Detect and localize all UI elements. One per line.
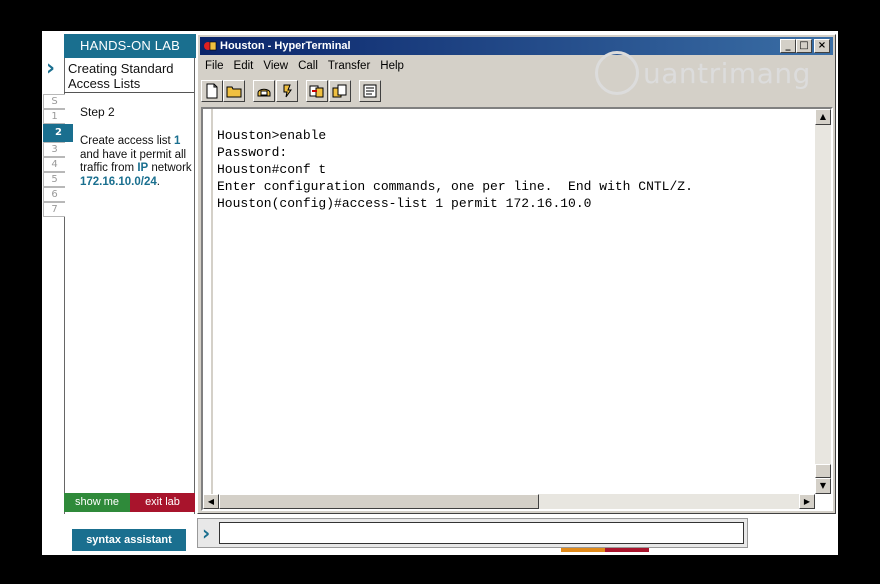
scroll-right-button[interactable]: ▶ — [799, 494, 815, 509]
chevron-right-icon: › — [46, 56, 56, 81]
menu-transfer[interactable]: Transfer — [323, 57, 375, 75]
lab-title: Creating Standard Access Lists — [68, 61, 174, 91]
menu-edit[interactable]: Edit — [229, 57, 259, 75]
call-button[interactable] — [253, 80, 275, 102]
horizontal-scroll-thumb[interactable] — [219, 494, 539, 509]
vertical-scroll-thumb[interactable] — [815, 464, 831, 478]
syntax-assistant-button[interactable]: syntax assistant — [72, 529, 186, 551]
instruction-ip: IP — [137, 162, 149, 174]
step-tab-4[interactable]: 4 — [43, 157, 65, 172]
show-me-button[interactable]: show me — [64, 493, 130, 512]
send-button[interactable] — [306, 80, 328, 102]
maximize-icon: □ — [799, 40, 809, 51]
command-bar-accent — [561, 548, 605, 552]
step-tab-6[interactable]: 6 — [43, 187, 65, 202]
menu-call[interactable]: Call — [293, 57, 323, 75]
step-tab-3[interactable]: 3 — [43, 142, 65, 157]
scroll-down-button[interactable]: ▼ — [815, 478, 831, 494]
watermark-text: uantrimang — [643, 57, 811, 90]
window-titlebar[interactable]: Houston - HyperTerminal _ □ × — [200, 37, 833, 55]
minimize-button[interactable]: _ — [780, 39, 796, 53]
step-tab-5[interactable]: 5 — [43, 172, 65, 187]
send-icon — [309, 85, 324, 98]
close-icon: × — [817, 40, 827, 51]
terminal-line: Houston(config)#access-list 1 permit 172… — [217, 196, 592, 211]
instruction-network: 172.16.10.0/24 — [80, 175, 157, 188]
step-label: Step 2 — [80, 105, 115, 119]
divider — [64, 92, 194, 93]
horizontal-scrollbar[interactable]: ◀ ▶ — [203, 494, 815, 509]
vertical-scrollbar[interactable]: ▲ ▼ — [815, 109, 831, 494]
scroll-up-button[interactable]: ▲ — [815, 109, 831, 125]
new-button[interactable] — [201, 80, 223, 102]
receive-button[interactable] — [329, 80, 351, 102]
step-tab-2[interactable]: 2 — [43, 124, 73, 142]
instruction-text: . — [156, 175, 160, 188]
open-icon — [226, 86, 242, 98]
lab-header: HANDS-ON LAB — [64, 34, 196, 58]
hyperterminal-app-icon — [204, 41, 217, 51]
command-bar: › — [197, 518, 748, 548]
maximize-button[interactable]: □ — [796, 39, 812, 53]
terminal-line: Houston#conf t — [217, 162, 327, 177]
terminal-line: Enter configuration commands, one per li… — [217, 179, 693, 194]
lab-stage: HANDS-ON LAB › Creating Standard Access … — [42, 31, 838, 555]
chevron-right-icon: › — [202, 521, 211, 545]
menu-file[interactable]: File — [200, 57, 229, 75]
instruction-text: network — [148, 162, 192, 174]
instruction-text: Create access list — [80, 135, 174, 147]
new-icon — [206, 83, 218, 99]
step-instruction: Create access list 1 and have it permit … — [80, 135, 192, 189]
call-icon — [257, 88, 271, 97]
close-button[interactable]: × — [814, 39, 830, 53]
terminal-gutter — [203, 109, 213, 494]
watermark-logo-icon — [595, 51, 639, 95]
terminal-area[interactable]: Houston>enable Password: Houston#conf t Ent… — [201, 107, 833, 511]
disconnect-icon — [283, 84, 292, 98]
arrow-up-icon: ▲ — [819, 112, 827, 121]
instruction-list-number: 1 — [173, 135, 181, 147]
minimize-icon: _ — [785, 40, 791, 51]
receive-icon — [332, 84, 347, 98]
command-input[interactable] — [219, 522, 744, 544]
exit-lab-button[interactable]: exit lab — [130, 493, 195, 512]
terminal-line: Password: — [217, 145, 288, 160]
arrow-left-icon: ◀ — [207, 497, 215, 506]
window-title: Houston - HyperTerminal — [220, 40, 351, 52]
terminal-output: Houston>enable Password: Houston#conf t Ent… — [217, 127, 693, 212]
hyperterminal-window: Houston - HyperTerminal _ □ × File Edit Vi… — [197, 34, 836, 514]
step-tabs: S 1 2 3 4 5 6 7 — [43, 94, 73, 217]
arrow-down-icon: ▼ — [819, 481, 827, 490]
terminal-line: Houston>enable — [217, 128, 327, 143]
step-tab-1[interactable]: 1 — [43, 109, 65, 124]
disconnect-button[interactable] — [276, 80, 298, 102]
menu-view[interactable]: View — [258, 57, 293, 75]
step-tab-7[interactable]: 7 — [43, 202, 65, 217]
properties-icon — [363, 84, 377, 98]
scroll-left-button[interactable]: ◀ — [203, 494, 219, 509]
step-tab-s[interactable]: S — [43, 94, 65, 109]
command-bar-accent — [605, 548, 649, 552]
properties-button[interactable] — [359, 80, 381, 102]
menu-help[interactable]: Help — [375, 57, 409, 75]
open-button[interactable] — [223, 80, 245, 102]
arrow-right-icon: ▶ — [803, 497, 811, 506]
